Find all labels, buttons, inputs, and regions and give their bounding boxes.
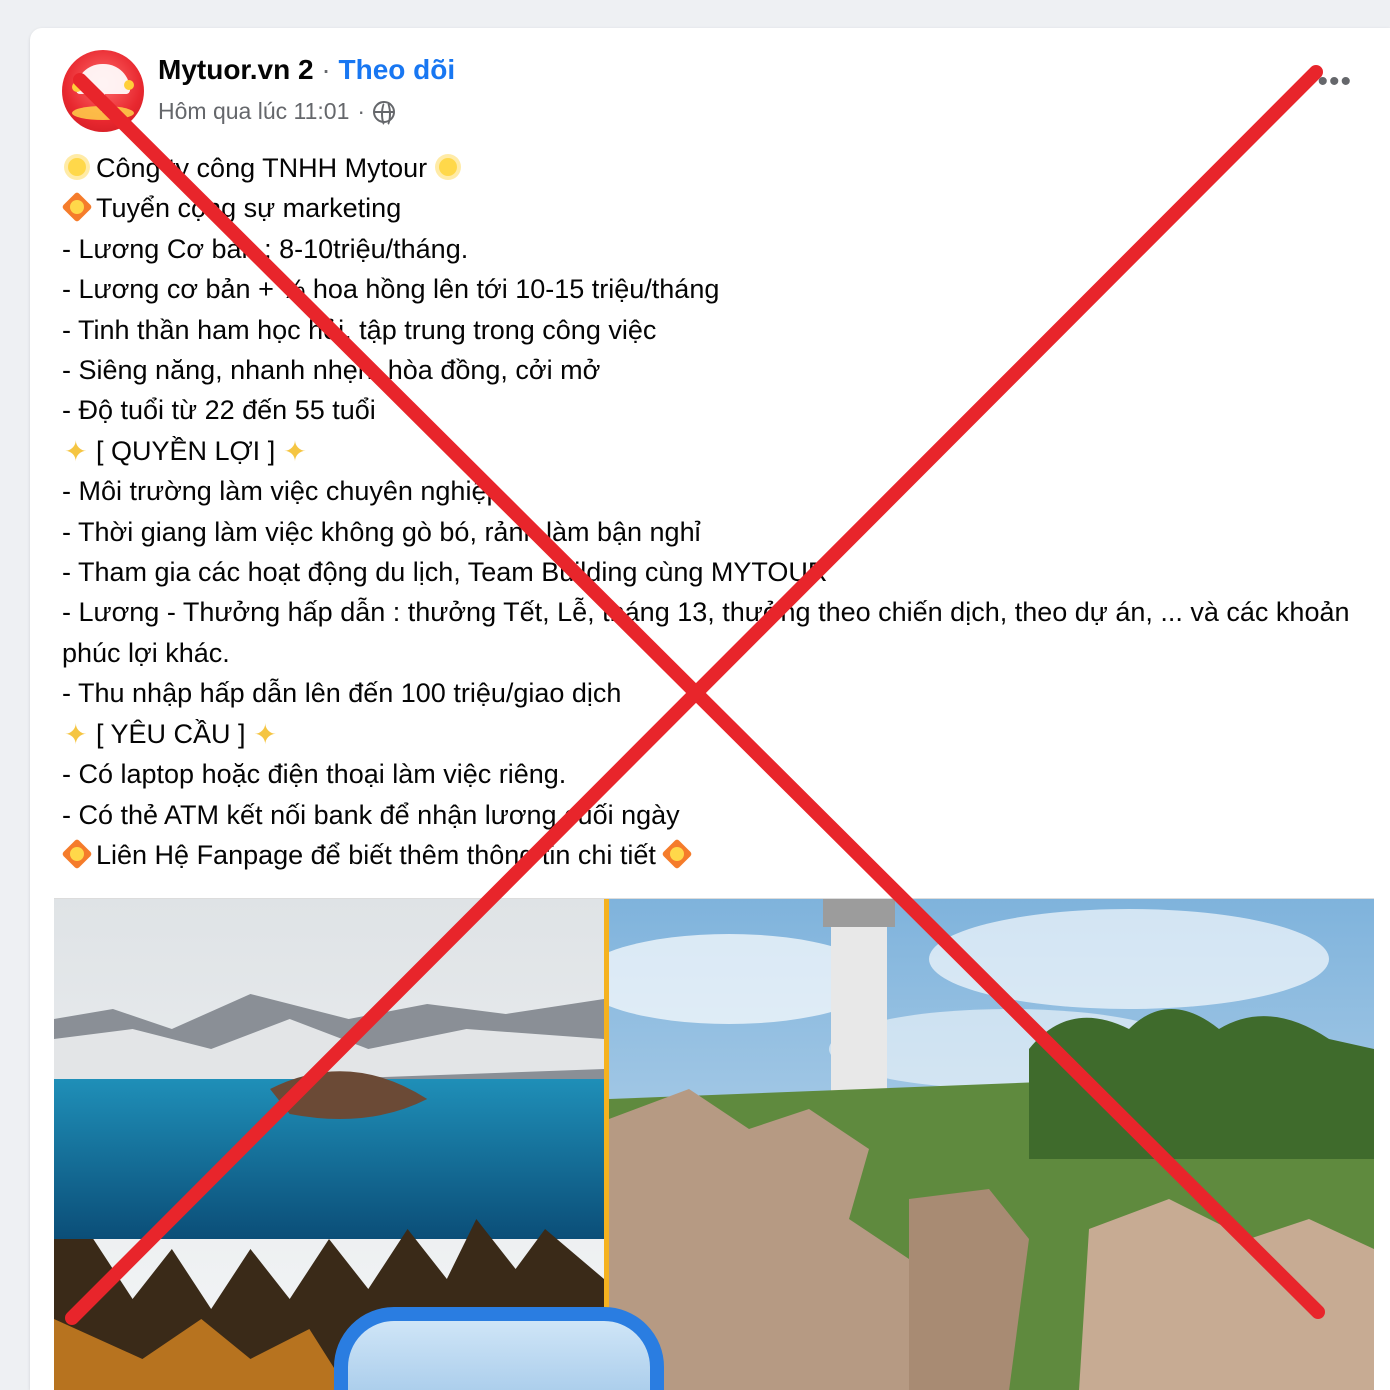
post-line-text: Công ty công TNHH Mytour [96, 153, 428, 183]
post-line: - Thu nhập hấp dẫn lên đến 100 triệu/gia… [62, 673, 1352, 713]
post-line-text: - Siêng năng, nhanh nhẹn, hòa đồng, cởi … [62, 355, 601, 386]
post-meta: Hôm qua lúc 11:01 · [158, 98, 396, 127]
post-timestamp[interactable]: Hôm qua lúc 11:01 [158, 98, 349, 125]
post-body: Công ty công TNHH Mytour Tuyển cộng sự ma… [62, 148, 1352, 875]
post-header: Mytuor.vn 2 · Theo dõi [158, 54, 455, 86]
post-line-text: - Tham gia các hoạt động du lịch, Team B… [62, 557, 828, 588]
facebook-post-card: Mytuor.vn 2 · Theo dõi Hôm qua lúc 11:01… [30, 28, 1390, 1390]
meta-separator: · [357, 98, 366, 124]
post-line: - Thời giang làm việc không gò bó, rảnh … [62, 512, 1352, 552]
post-line-text: - Độ tuổi từ 22 đến 55 tuổi [62, 395, 376, 426]
post-photo[interactable] [54, 898, 1374, 1390]
post-line: - Lương cơ bản + % hoa hồng lên tới 10-1… [62, 269, 1352, 309]
post-line: - Tham gia các hoạt động du lịch, Team B… [62, 552, 1352, 592]
post-line: - Lương Cơ bản : 8-10triệu/tháng. [62, 229, 1352, 269]
header-separator: · [321, 54, 331, 85]
post-line: [ YÊU CẦU ] [62, 714, 1352, 755]
post-line: Tuyển cộng sự marketing [62, 188, 1352, 228]
page-avatar[interactable] [62, 50, 144, 132]
post-line-text: Tuyển cộng sự marketing [96, 193, 402, 224]
blue-photo-frame [334, 1307, 664, 1390]
post-line-text: [ YÊU CẦU ] [96, 718, 246, 749]
burst-emoji-icon [62, 192, 92, 222]
post-line-text: - Thời giang làm việc không gò bó, rảnh … [62, 516, 701, 547]
post-line-text: - Môi trường làm việc chuyên nghiệp. [62, 476, 509, 507]
post-line: - Độ tuổi từ 22 đến 55 tuổi [62, 390, 1352, 430]
post-line-text: - Lương cơ bản + % hoa hồng lên tới 10-1… [62, 274, 720, 305]
burst-emoji-icon [662, 839, 692, 869]
sparkle-emoji-icon [252, 715, 282, 755]
sun-emoji-icon [62, 152, 92, 182]
post-line: - Tinh thần ham học hỏi, tập trung trong… [62, 310, 1352, 350]
post-line-text: [ QUYỀN LỢI ] [96, 435, 276, 466]
post-line: - Siêng năng, nhanh nhẹn, hòa đồng, cởi … [62, 350, 1352, 390]
umbrella-logo-icon [76, 64, 130, 112]
globe-icon[interactable] [373, 100, 396, 127]
post-line: - Có thẻ ATM kết nối bank để nhận lương … [62, 795, 1352, 835]
post-line-text: - Lương Cơ bản : 8-10triệu/tháng. [62, 233, 469, 264]
post-line-text: Liên Hệ Fanpage để biết thêm thông tin c… [96, 839, 656, 870]
post-line-text: - Có thẻ ATM kết nối bank để nhận lương … [62, 799, 680, 830]
post-line-text: - Tinh thần ham học hỏi, tập trung trong… [62, 314, 657, 345]
post-line-text: - Lương - Thưởng hấp dẫn : thưởng Tết, L… [62, 597, 1350, 668]
sparkle-emoji-icon [281, 432, 311, 472]
post-line: [ QUYỀN LỢI ] [62, 431, 1352, 472]
post-line: - Lương - Thưởng hấp dẫn : thưởng Tết, L… [62, 592, 1352, 673]
post-line: Liên Hệ Fanpage để biết thêm thông tin c… [62, 835, 1352, 875]
sun-emoji-icon [433, 152, 463, 182]
sparkle-emoji-icon [62, 432, 92, 472]
post-line-text: - Có laptop hoặc điện thoại làm việc riê… [62, 759, 567, 790]
more-options-icon[interactable]: ••• [1317, 67, 1352, 97]
author-name[interactable]: Mytuor.vn 2 [158, 54, 314, 85]
post-line-text: - Thu nhập hấp dẫn lên đến 100 triệu/gia… [62, 678, 622, 709]
lighthouse-photo [609, 899, 1374, 1390]
post-line: Công ty công TNHH Mytour [62, 148, 1352, 188]
sparkle-emoji-icon [62, 715, 92, 755]
follow-button[interactable]: Theo dõi [338, 54, 455, 85]
post-line: - Môi trường làm việc chuyên nghiệp. [62, 471, 1352, 511]
burst-emoji-icon [62, 839, 92, 869]
post-line: - Có laptop hoặc điện thoại làm việc riê… [62, 754, 1352, 794]
